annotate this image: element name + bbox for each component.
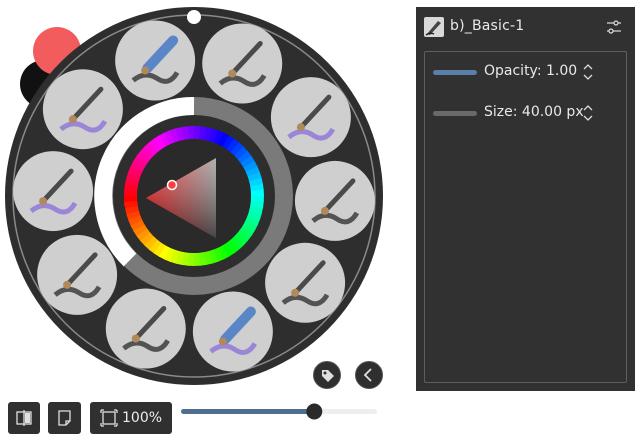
sliders-icon (607, 20, 621, 34)
preset-wet-purple-brush[interactable] (13, 151, 94, 232)
drag-handle-icon[interactable] (187, 10, 201, 24)
size-spin-icon[interactable] (581, 102, 595, 124)
hue-segment[interactable] (124, 189, 138, 197)
hue-segment[interactable] (193, 126, 201, 140)
opacity-spin-icon[interactable] (581, 61, 595, 83)
preset-pencil-sketch[interactable] (265, 242, 346, 323)
brush-options-panel: b)_Basic-1 Opacity: 1.00 Size: 40.00 px (416, 7, 635, 391)
hue-segment[interactable] (187, 252, 195, 266)
size-slider[interactable]: Size: 40.00 px (433, 102, 623, 124)
zoom-label: 100% (122, 410, 163, 426)
size-track (433, 111, 477, 116)
preset-round-brush-grey[interactable] (294, 160, 375, 241)
fit-canvas-icon (100, 409, 118, 427)
color-picker-handle[interactable] (166, 179, 178, 191)
opacity-label: Opacity: 1.00 (484, 63, 578, 79)
preset-ink-pen-airbrush[interactable] (270, 77, 351, 158)
chevron-left-icon (363, 368, 372, 382)
page-icon (58, 410, 71, 426)
pop-up-palette (5, 7, 383, 385)
preset-options: Opacity: 1.00 Size: 40.00 px (424, 51, 627, 383)
preset-airbrush-eraser[interactable] (115, 20, 196, 101)
panel-header: b)_Basic-1 (416, 7, 635, 47)
preset-bristle-brush-dark[interactable] (105, 288, 186, 369)
page-button[interactable] (48, 402, 81, 434)
zoom-button[interactable]: 100% (90, 402, 172, 434)
opacity-slider[interactable]: Opacity: 1.00 (433, 61, 623, 83)
preset-chalk-bristles[interactable] (37, 234, 118, 315)
brush-size-slider[interactable] (181, 403, 381, 421)
preset-settings-button[interactable] (603, 16, 625, 38)
mirror-canvas-button[interactable] (8, 402, 40, 434)
opacity-track (433, 70, 477, 75)
hue-segment[interactable] (250, 195, 264, 203)
brush-size-handle[interactable] (306, 403, 323, 420)
tag-icon (322, 370, 334, 382)
preset-ink-brush-blue-wet[interactable] (42, 69, 123, 150)
preset-title: b)_Basic-1 (450, 18, 525, 34)
size-label: Size: 40.00 px (484, 104, 584, 120)
collapse-panel-button[interactable] (355, 361, 383, 389)
preset-marker-blend[interactable] (192, 291, 273, 372)
preset-blender-smudge[interactable] (202, 23, 283, 104)
mirror-canvas-icon (16, 410, 32, 426)
tag-button[interactable] (313, 361, 341, 389)
brush-size-fill (181, 409, 315, 414)
preset-thumbnail (424, 17, 444, 37)
